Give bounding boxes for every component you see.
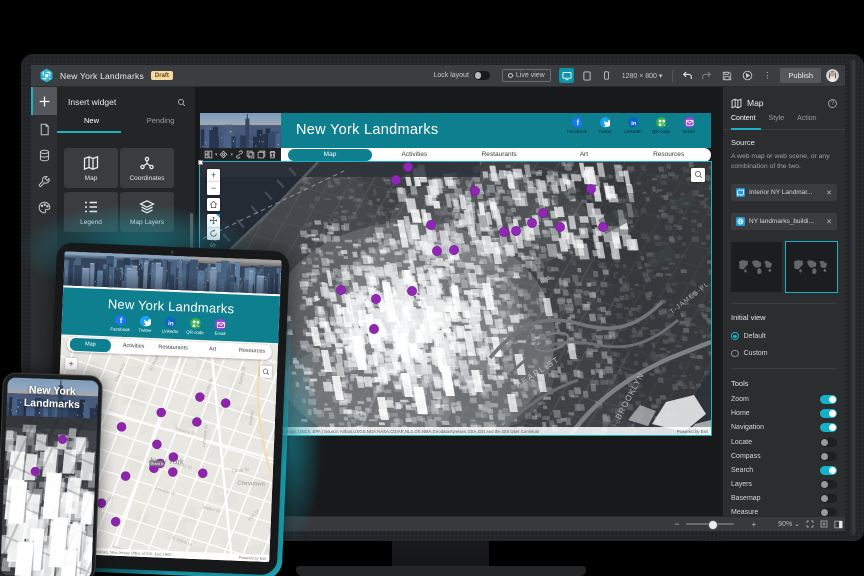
- svg-text:Grand St: Grand St: [151, 461, 165, 466]
- svg-text:in: in: [631, 121, 637, 127]
- svg-text:Canal St: Canal St: [231, 466, 249, 473]
- svg-text:in: in: [168, 319, 174, 326]
- svg-text:Chinatown: Chinatown: [237, 480, 265, 487]
